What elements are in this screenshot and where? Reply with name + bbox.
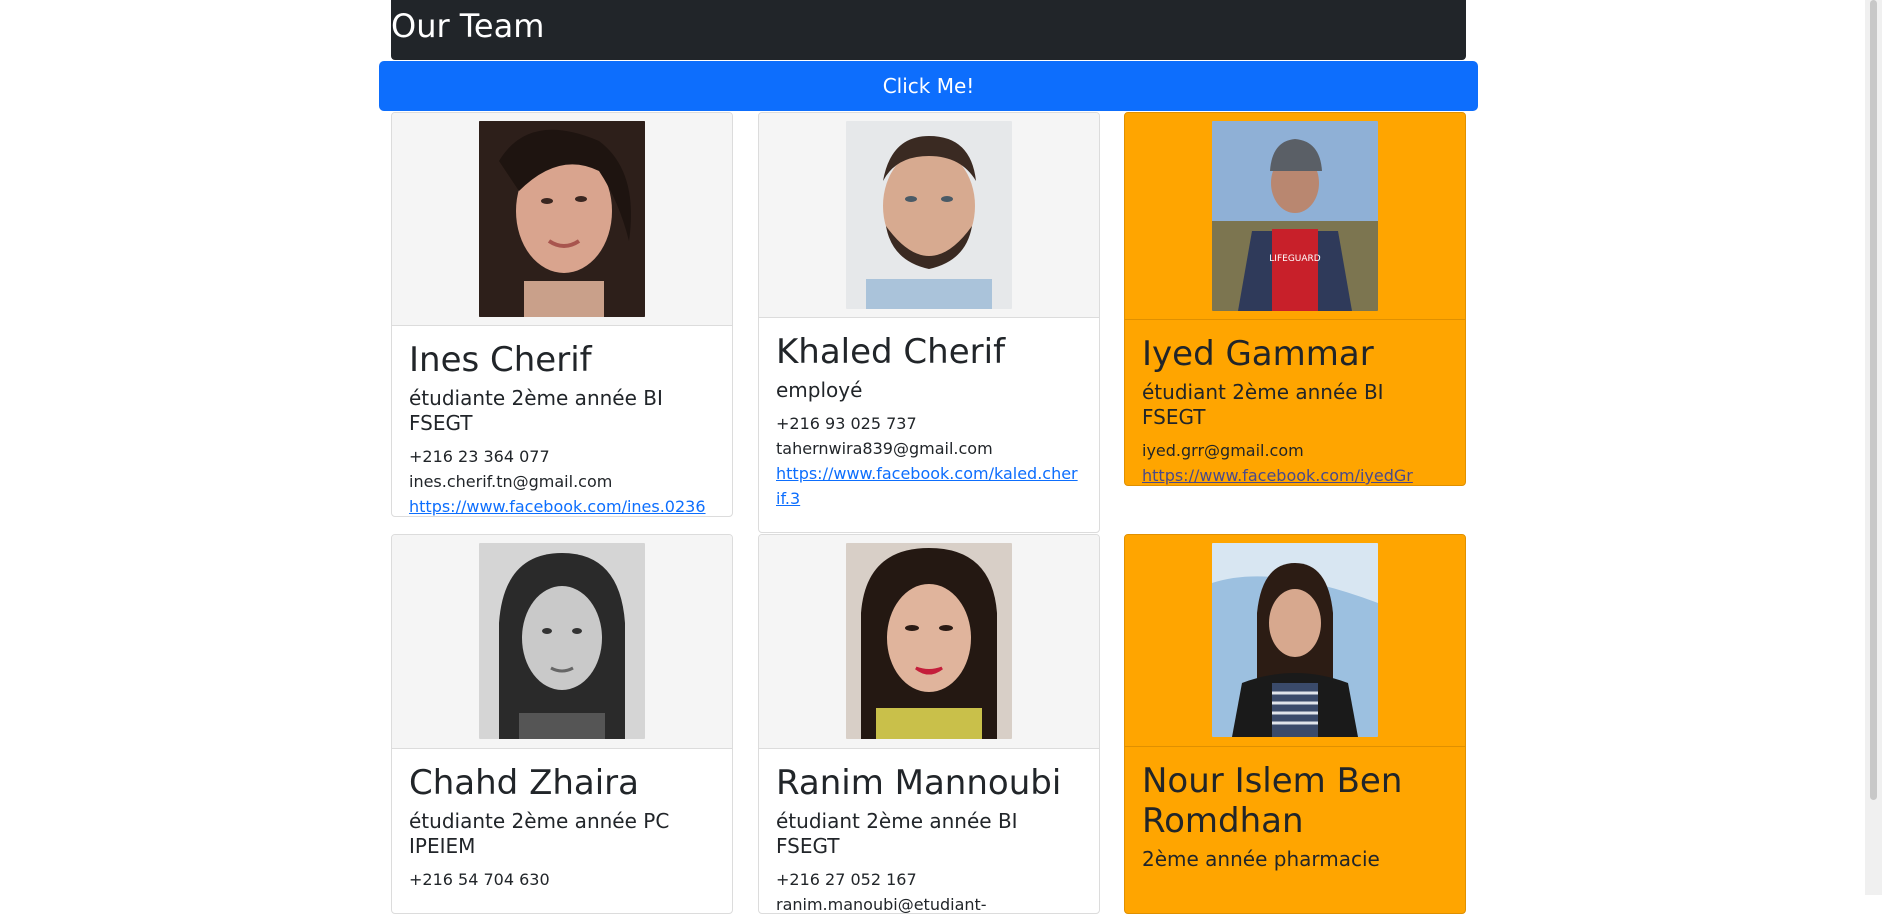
vertical-scrollbar[interactable]: [1865, 0, 1882, 895]
member-role: étudiant 2ème année BI FSEGT: [1142, 380, 1384, 429]
profile-photo: [846, 543, 1012, 739]
member-name: Ines Cherif: [409, 340, 592, 380]
team-card-ines-cherif: Ines Cherif étudiante 2ème année BI FSEG…: [391, 112, 733, 517]
svg-text:LIFEGUARD: LIFEGUARD: [1269, 254, 1321, 264]
team-card-ranim-mannoubi: Ranim Mannoubi étudiant 2ème année BI FS…: [758, 534, 1100, 914]
member-email: iyed.grr@gmail.com: [1142, 441, 1304, 460]
photo-frame: [1125, 535, 1465, 747]
member-role: étudiante 2ème année BI FSEGT: [409, 386, 663, 435]
team-card-khaled-cherif: Khaled Cherif employé +216 93 025 737 ta…: [758, 112, 1100, 533]
member-email: ines.cherif.tn@gmail.com: [409, 472, 613, 491]
member-email: tahernwira839@gmail.com: [776, 439, 993, 458]
member-name: Khaled Cherif: [776, 332, 1006, 372]
photo-frame: [759, 535, 1099, 749]
member-phone: +216 23 364 077: [409, 447, 550, 466]
member-facebook-link[interactable]: https://www.facebook.com/kaled.cherif.3: [776, 461, 1082, 511]
click-me-button[interactable]: Click Me!: [379, 61, 1478, 111]
member-role: 2ème année pharmacie: [1142, 847, 1380, 871]
profile-photo: [479, 121, 645, 317]
profile-photo: LIFEGUARD: [1212, 121, 1378, 311]
member-phone: +216 54 704 630: [409, 870, 550, 889]
member-name: Iyed Gammar: [1142, 334, 1374, 374]
team-card-iyed-gammar: LIFEGUARD Iyed Gammar étudiant 2ème anné…: [1124, 112, 1466, 486]
member-phone: +216 27 052 167: [776, 870, 917, 889]
photo-frame: LIFEGUARD: [1125, 113, 1465, 320]
member-email: ranim.manoubi@etudiant-fsegt.utm.tn: [776, 895, 987, 914]
page-title: Our Team: [391, 7, 545, 45]
photo-frame: [759, 113, 1099, 318]
team-card-nour-islem-ben-romdhan: Nour Islem Ben Romdhan 2ème année pharma…: [1124, 534, 1466, 914]
team-card-chahd-zhaira: Chahd Zhaira étudiante 2ème année PC IPE…: [391, 534, 733, 914]
member-facebook-link[interactable]: https://www.facebook.com/iyedGr: [1142, 463, 1448, 485]
member-name: Nour Islem Ben Romdhan: [1142, 761, 1403, 841]
scrollbar-thumb[interactable]: [1870, 0, 1877, 800]
member-name: Ranim Mannoubi: [776, 763, 1062, 803]
profile-photo: [479, 543, 645, 739]
member-role: étudiant 2ème année BI FSEGT: [776, 809, 1018, 858]
member-role: employé: [776, 378, 863, 402]
photo-frame: [392, 535, 732, 749]
member-phone: +216 93 025 737: [776, 414, 917, 433]
member-name: Chahd Zhaira: [409, 763, 639, 803]
profile-photo: [1212, 543, 1378, 737]
member-role: étudiante 2ème année PC IPEIEM: [409, 809, 670, 858]
member-facebook-link[interactable]: https://www.facebook.com/ines.02362: [409, 494, 715, 516]
photo-frame: [392, 113, 732, 326]
page-header: Our Team: [391, 0, 1466, 60]
profile-photo: [846, 121, 1012, 309]
